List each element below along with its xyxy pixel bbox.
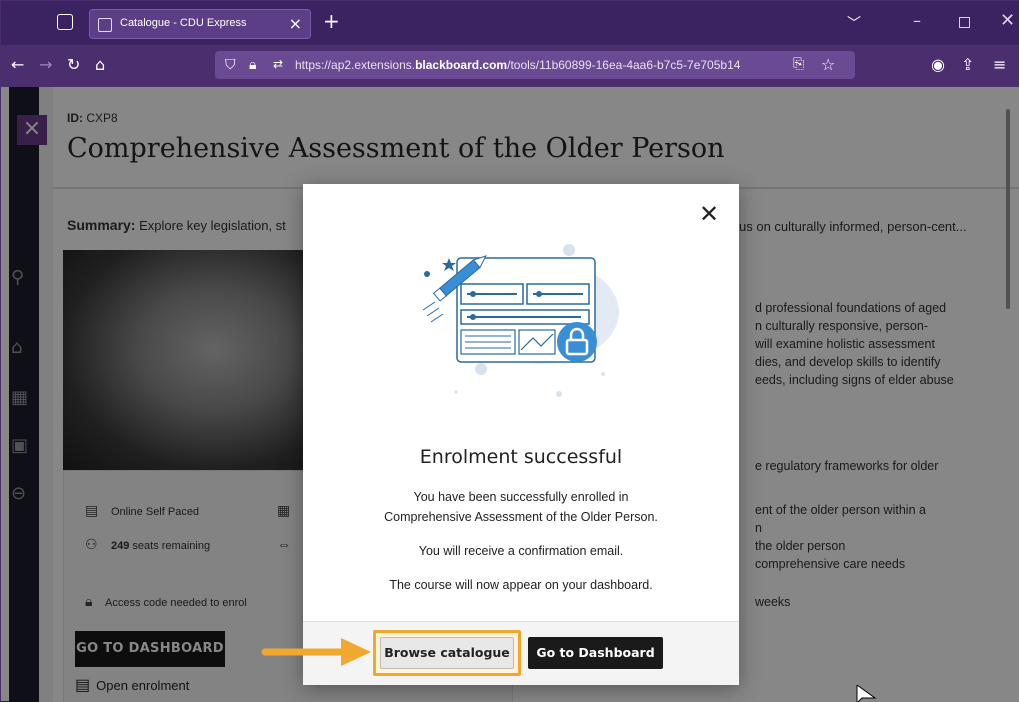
maximize-icon[interactable] bbox=[959, 17, 970, 28]
browser-tab[interactable]: Catalogue - CDU Express × bbox=[89, 9, 311, 39]
account-icon[interactable]: ◉ bbox=[931, 57, 945, 73]
window-close-icon[interactable]: ✕ bbox=[1000, 10, 1015, 31]
dialog-message-line: You will receive a confirmation email. bbox=[418, 544, 624, 558]
enrolment-illustration bbox=[422, 244, 619, 397]
minimize-icon[interactable]: – bbox=[913, 11, 921, 30]
dialog-message-line: Comprehensive Assessment of the Older Pe… bbox=[384, 510, 658, 524]
callout-arrow-icon bbox=[261, 638, 371, 666]
extensions-icon[interactable]: ⇪ bbox=[961, 57, 974, 73]
tab-list-icon[interactable] bbox=[57, 14, 73, 30]
tab-bar: Catalogue - CDU Express × + ﹀ – ✕ bbox=[1, 1, 1019, 45]
bookmark-star-icon[interactable]: ☆ bbox=[821, 55, 835, 74]
tab-title: Catalogue - CDU Express bbox=[120, 17, 247, 29]
address-bar[interactable]: ⛉ 🔒︎ ⇄ https://ap2.extensions.blackboard… bbox=[215, 51, 855, 79]
permissions-icon[interactable]: ⇄ bbox=[273, 57, 283, 71]
browse-catalogue-button[interactable]: Browse catalogue bbox=[380, 637, 514, 669]
menu-icon[interactable]: ≡ bbox=[993, 57, 1006, 73]
enrolment-dialog: ✕ Enrolment successful You have been suc… bbox=[303, 184, 739, 685]
lock-icon[interactable]: 🔒︎ bbox=[249, 57, 256, 73]
home-icon[interactable]: ⌂ bbox=[95, 57, 105, 73]
tab-favicon-icon bbox=[98, 18, 112, 32]
forward-icon[interactable]: → bbox=[39, 57, 52, 73]
dialog-message-line: The course will now appear on your dashb… bbox=[389, 578, 653, 592]
new-tab-button[interactable]: + bbox=[323, 11, 340, 31]
back-icon[interactable]: ← bbox=[11, 57, 24, 73]
close-icon[interactable]: ✕ bbox=[699, 202, 719, 226]
reload-icon[interactable]: ↻ bbox=[67, 57, 80, 73]
url-text[interactable]: https://ap2.extensions.blackboard.com/to… bbox=[295, 58, 755, 72]
tab-close-icon[interactable]: × bbox=[289, 14, 302, 33]
dialog-message-line: You have been successfully enrolled in bbox=[413, 490, 629, 504]
chevron-down-icon[interactable]: ﹀ bbox=[847, 13, 861, 33]
save-to-pocket-icon[interactable]: ⎘ bbox=[793, 56, 804, 72]
navigation-bar: ← → ↻ ⌂ ⛉ 🔒︎ ⇄ https://ap2.extensions.bl… bbox=[1, 45, 1019, 87]
mouse-cursor-icon bbox=[856, 685, 877, 702]
shield-icon[interactable]: ⛉ bbox=[225, 57, 236, 73]
browser-window: Catalogue - CDU Express × + ﹀ – ✕ ← → ↻ … bbox=[0, 0, 1019, 702]
dialog-title: Enrolment successful bbox=[419, 446, 623, 468]
go-to-dashboard-button[interactable]: Go to Dashboard bbox=[528, 637, 663, 669]
